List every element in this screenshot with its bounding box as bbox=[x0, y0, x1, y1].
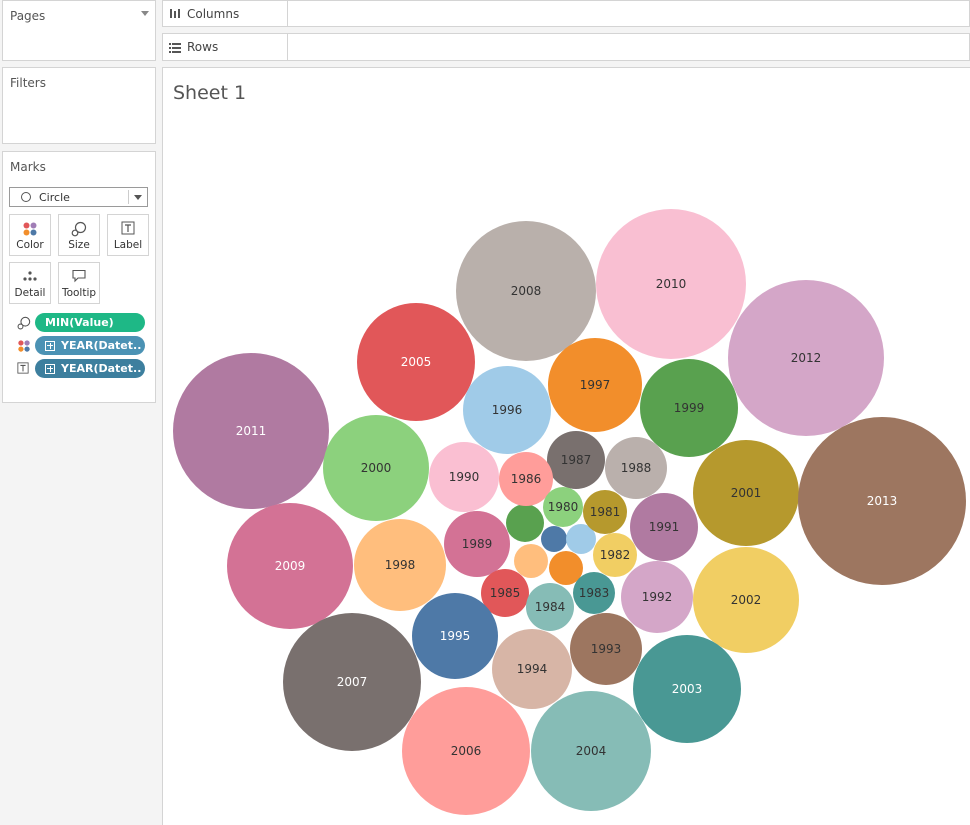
size-pill-row: MIN(Value) bbox=[11, 313, 151, 333]
chevron-down-icon[interactable] bbox=[141, 11, 149, 16]
year-label-pill[interactable]: YEAR(Datet.. bbox=[35, 359, 145, 378]
mark-type-dropdown[interactable]: Circle bbox=[9, 187, 148, 207]
bubble-label-1983: 1983 bbox=[579, 586, 610, 600]
bubble-label-1997: 1997 bbox=[580, 378, 611, 392]
dropdown-separator bbox=[128, 190, 129, 204]
bubble-label-2007: 2007 bbox=[337, 675, 368, 689]
marks-title: Marks bbox=[10, 160, 46, 174]
columns-icon bbox=[170, 9, 180, 18]
label-icon bbox=[121, 221, 135, 235]
bubble-unlabeled[interactable] bbox=[506, 504, 544, 542]
bubble-label-1984: 1984 bbox=[535, 600, 566, 614]
columns-shelf-label: Columns bbox=[169, 1, 288, 26]
bubble-label-2009: 2009 bbox=[275, 559, 306, 573]
bubble-label-1994: 1994 bbox=[517, 662, 548, 676]
color-button[interactable]: Color bbox=[9, 214, 51, 256]
bubble-label-2001: 2001 bbox=[731, 486, 762, 500]
color-button-label: Color bbox=[16, 239, 44, 251]
size-icon bbox=[71, 221, 87, 237]
rows-shelf[interactable]: Rows bbox=[162, 33, 970, 61]
bubble-label-2000: 2000 bbox=[361, 461, 392, 475]
size-icon bbox=[17, 316, 31, 330]
year-color-pill[interactable]: YEAR(Datet.. bbox=[35, 336, 145, 355]
pages-title: Pages bbox=[10, 9, 46, 23]
bubble-label-2012: 2012 bbox=[791, 351, 822, 365]
columns-label-text: Columns bbox=[187, 6, 240, 21]
bubble-label-2002: 2002 bbox=[731, 593, 762, 607]
year-color-pill-text: YEAR(Datet.. bbox=[61, 339, 142, 352]
bubble-label-1990: 1990 bbox=[449, 470, 480, 484]
bubble-label-2004: 2004 bbox=[576, 744, 607, 758]
mark-type-value: Circle bbox=[39, 190, 70, 204]
bubble-label-2005: 2005 bbox=[401, 355, 432, 369]
detail-icon bbox=[23, 271, 37, 281]
color-dots-icon bbox=[18, 340, 30, 352]
pages-card[interactable]: Pages bbox=[2, 0, 156, 61]
label-icon bbox=[17, 362, 29, 374]
bubble-label-2006: 2006 bbox=[451, 744, 482, 758]
filters-title: Filters bbox=[10, 76, 46, 90]
bubble-label-1986: 1986 bbox=[511, 472, 542, 486]
bubble-label-1989: 1989 bbox=[462, 537, 493, 551]
rows-label-text: Rows bbox=[187, 40, 219, 54]
packed-bubble-chart: 2008 2010 2005 2012 1997 1996 1999 2011 2000 1987… bbox=[173, 209, 966, 815]
marks-card: Marks Circle Color Size Label Detail Too… bbox=[2, 151, 156, 403]
bubble-label-1991: 1991 bbox=[649, 520, 680, 534]
columns-shelf[interactable]: Columns bbox=[162, 0, 970, 27]
rows-icon bbox=[169, 42, 181, 53]
bubble-label-1988: 1988 bbox=[621, 461, 652, 475]
tooltip-button[interactable]: Tooltip bbox=[58, 262, 100, 304]
min-value-pill-text: MIN(Value) bbox=[45, 316, 114, 329]
color-pill-row: YEAR(Datet.. bbox=[11, 336, 151, 356]
bubble-unlabeled[interactable] bbox=[541, 526, 567, 552]
bubble-label-1995: 1995 bbox=[440, 629, 471, 643]
label-button-label: Label bbox=[113, 239, 143, 251]
rows-shelf-label: Rows bbox=[169, 34, 288, 60]
tooltip-button-label: Tooltip bbox=[61, 287, 97, 299]
bubble-label-1998: 1998 bbox=[385, 558, 416, 572]
bubble-label-1987: 1987 bbox=[561, 453, 592, 467]
detail-button-label: Detail bbox=[14, 287, 46, 299]
bubble-unlabeled[interactable] bbox=[514, 544, 548, 578]
bubble-label-1982: 1982 bbox=[600, 548, 631, 562]
size-button-label: Size bbox=[68, 239, 90, 251]
filters-card[interactable]: Filters bbox=[2, 67, 156, 144]
bubble-label-2013: 2013 bbox=[867, 494, 898, 508]
bubble-label-2003: 2003 bbox=[672, 682, 703, 696]
bubble-label-2008: 2008 bbox=[511, 284, 542, 298]
tooltip-icon bbox=[72, 269, 86, 283]
bubble-label-1999: 1999 bbox=[674, 401, 705, 415]
expand-plus-icon[interactable] bbox=[45, 340, 55, 351]
chevron-down-icon bbox=[134, 195, 142, 200]
bubble-label-1993: 1993 bbox=[591, 642, 622, 656]
bubble-label-2011: 2011 bbox=[236, 424, 267, 438]
circle-icon bbox=[21, 192, 31, 202]
bubble-label-1981: 1981 bbox=[590, 505, 621, 519]
bubble-label-1992: 1992 bbox=[642, 590, 673, 604]
detail-button[interactable]: Detail bbox=[9, 262, 51, 304]
expand-plus-icon[interactable] bbox=[45, 363, 55, 374]
bubble-label-2010: 2010 bbox=[656, 277, 687, 291]
min-value-pill[interactable]: MIN(Value) bbox=[35, 313, 145, 332]
year-label-pill-text: YEAR(Datet.. bbox=[61, 362, 142, 375]
bubble-label-1980: 1980 bbox=[548, 500, 579, 514]
bubble-label-1985: 1985 bbox=[490, 586, 521, 600]
label-pill-row: YEAR(Datet.. bbox=[11, 359, 151, 379]
label-button[interactable]: Label bbox=[107, 214, 149, 256]
viz-area: Sheet 1 2008 2010 2005 2012 1997 1996 1999 2011… bbox=[162, 67, 970, 825]
size-button[interactable]: Size bbox=[58, 214, 100, 256]
bubble-label-1996: 1996 bbox=[492, 403, 523, 417]
color-dots-icon bbox=[23, 222, 37, 236]
